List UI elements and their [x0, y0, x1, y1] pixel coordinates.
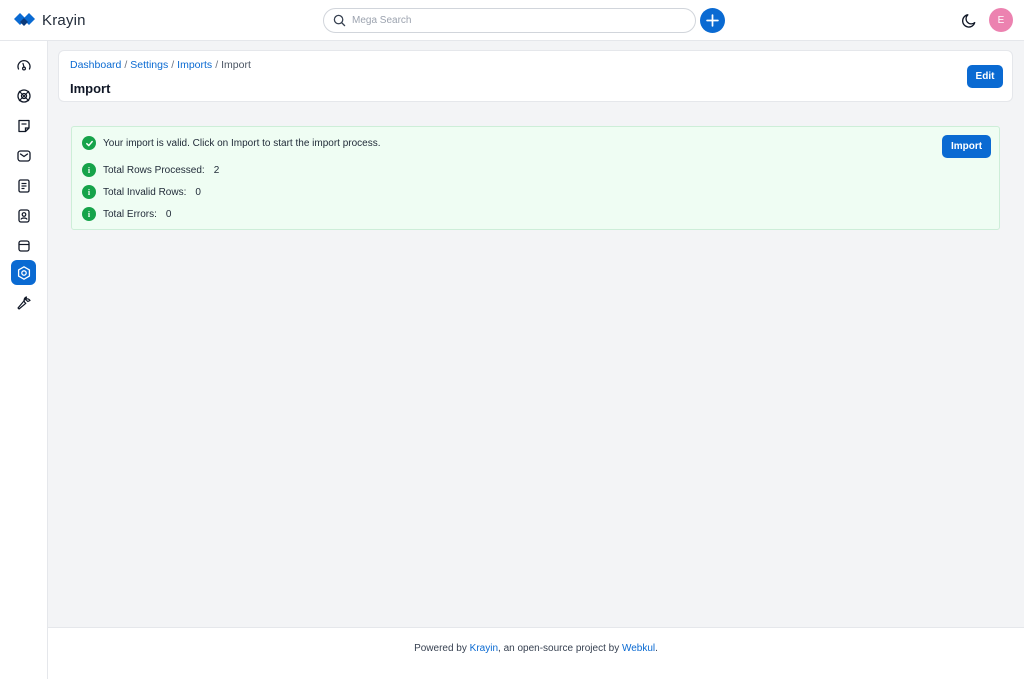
- plus-icon: [706, 14, 719, 27]
- sidebar: [0, 41, 48, 679]
- import-button[interactable]: Import: [942, 135, 991, 158]
- search-input[interactable]: [352, 15, 672, 26]
- breadcrumb-imports[interactable]: Imports: [177, 59, 212, 71]
- info-icon: i: [82, 185, 96, 199]
- check-circle-icon: [82, 136, 96, 150]
- sidebar-item-configuration[interactable]: [11, 290, 36, 315]
- box-icon: [17, 239, 30, 252]
- gauge-icon: [16, 59, 31, 71]
- stat-value: 0: [195, 186, 201, 198]
- quote-icon: [17, 119, 30, 132]
- info-icon: i: [82, 163, 96, 177]
- webkul-link[interactable]: Webkul: [622, 643, 655, 654]
- breadcrumb-settings[interactable]: Settings: [130, 59, 168, 71]
- mega-search[interactable]: [323, 8, 696, 33]
- quick-create-button[interactable]: [700, 8, 725, 33]
- search-icon: [333, 14, 346, 27]
- stat-row-rows-processed: i Total Rows Processed: 2: [82, 163, 219, 177]
- footer-text: Powered by Krayin, an open-source projec…: [414, 643, 658, 654]
- stat-label: Total Errors:: [103, 208, 157, 220]
- contact-icon: [17, 208, 30, 223]
- sidebar-item-settings[interactable]: [11, 260, 36, 285]
- sidebar-item-dashboard[interactable]: [11, 53, 36, 78]
- mail-icon: [16, 149, 31, 162]
- sidebar-item-leads[interactable]: [11, 83, 36, 108]
- validation-message-row: Your import is valid. Click on Import to…: [82, 136, 381, 150]
- activity-icon: [17, 178, 30, 193]
- settings-icon: [17, 265, 30, 280]
- page-header-card: Dashboard / Settings / Imports / Import Import…: [58, 50, 1013, 102]
- page-title: Import: [70, 81, 111, 96]
- stat-label: Total Rows Processed:: [103, 164, 205, 176]
- sidebar-item-mail[interactable]: [11, 143, 36, 168]
- validation-message: Your import is valid. Click on Import to…: [103, 137, 381, 149]
- sidebar-item-products[interactable]: [11, 233, 36, 258]
- brand-name: Krayin: [42, 11, 86, 29]
- edit-button[interactable]: Edit: [967, 65, 1003, 88]
- moon-icon[interactable]: [961, 12, 978, 29]
- sidebar-item-activities[interactable]: [11, 173, 36, 198]
- user-avatar[interactable]: E: [989, 8, 1013, 32]
- leads-icon: [16, 88, 31, 103]
- brand-logo[interactable]: Krayin: [12, 10, 86, 30]
- stat-label: Total Invalid Rows:: [103, 186, 187, 198]
- footer: Powered by Krayin, an open-source projec…: [48, 627, 1024, 679]
- info-icon: i: [82, 207, 96, 221]
- import-validation-panel: Your import is valid. Click on Import to…: [71, 126, 1000, 230]
- breadcrumb: Dashboard / Settings / Imports / Import: [70, 59, 251, 71]
- top-header: Krayin E: [0, 0, 1024, 41]
- stat-value: 2: [213, 164, 220, 176]
- stat-value: 0: [165, 208, 172, 220]
- sidebar-item-contacts[interactable]: [11, 203, 36, 228]
- wrench-icon: [16, 295, 31, 310]
- breadcrumb-current: Import: [221, 59, 251, 71]
- stat-row-invalid-rows: i Total Invalid Rows: 0: [82, 185, 201, 199]
- krayin-logo-icon: [14, 13, 35, 26]
- stat-row-errors: i Total Errors: 0: [82, 207, 171, 221]
- krayin-link[interactable]: Krayin: [470, 643, 498, 654]
- sidebar-item-quotes[interactable]: [11, 113, 36, 138]
- breadcrumb-dashboard[interactable]: Dashboard: [70, 59, 121, 71]
